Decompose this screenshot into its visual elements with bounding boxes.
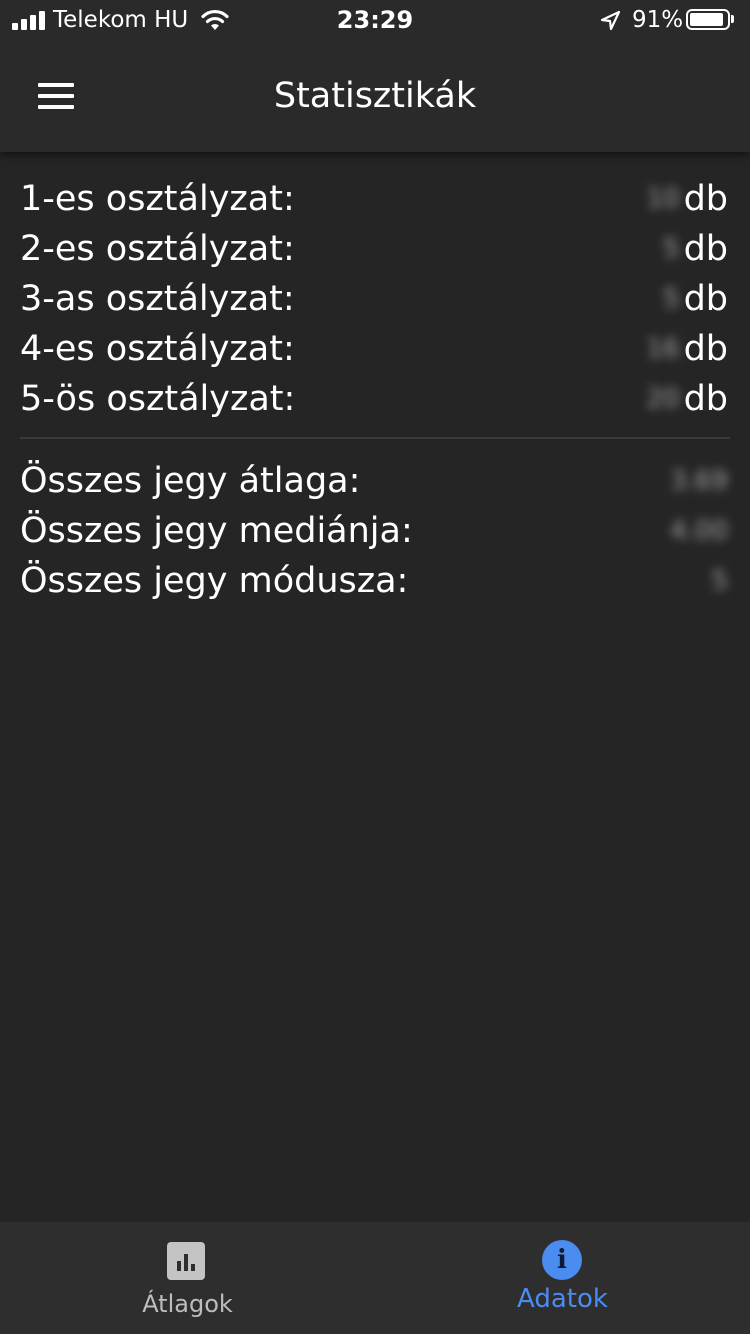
- grade-unit: db: [683, 279, 728, 319]
- grade-count: 5: [663, 234, 680, 264]
- statistics-content: 1-es osztályzat: 10 db 2-es osztályzat: …: [0, 152, 750, 1222]
- info-icon: i: [542, 1240, 582, 1280]
- battery-percent: 91%: [632, 7, 684, 33]
- status-bar: Telekom HU 23:29 91%: [0, 0, 750, 40]
- tab-atlagok[interactable]: Átlagok: [0, 1222, 375, 1334]
- tab-label: Átlagok: [142, 1290, 233, 1318]
- grade-label: 3-as osztályzat:: [20, 279, 295, 319]
- top-bar: Telekom HU 23:29 91% Statisztikák: [0, 0, 750, 152]
- grade-row: 4-es osztályzat: 16 db: [20, 324, 728, 374]
- battery-cap: [731, 15, 734, 23]
- grade-row: 2-es osztályzat: 5 db: [20, 224, 728, 274]
- grade-value: 16 db: [646, 324, 728, 374]
- summary-value: 3.69: [670, 456, 728, 506]
- battery-level: [690, 13, 723, 26]
- summary-value: 5: [711, 556, 728, 606]
- summary-row: Összes jegy módusza: 5: [20, 556, 728, 606]
- bar-chart-icon: [167, 1242, 205, 1280]
- grade-row: 1-es osztályzat: 10 db: [20, 174, 728, 224]
- grade-value: 5 db: [663, 274, 728, 324]
- grade-unit: db: [683, 229, 728, 269]
- summary-label: Összes jegy módusza:: [20, 561, 409, 601]
- grade-unit: db: [683, 329, 728, 369]
- summary-row: Összes jegy átlaga: 3.69: [20, 456, 728, 506]
- tab-label: Adatok: [517, 1284, 608, 1314]
- grade-label: 2-es osztályzat:: [20, 229, 295, 269]
- summary-label: Összes jegy mediánja:: [20, 511, 413, 551]
- average-value: 3.69: [670, 466, 728, 496]
- grade-unit: db: [683, 379, 728, 419]
- screen: Telekom HU 23:29 91% Statisztikák 1-es o…: [0, 0, 750, 1334]
- battery-icon: [686, 9, 730, 30]
- grade-label: 1-es osztályzat:: [20, 179, 295, 219]
- summary-label: Összes jegy átlaga:: [20, 461, 361, 501]
- grade-label: 4-es osztályzat:: [20, 329, 295, 369]
- grade-count: 10: [646, 184, 680, 214]
- summary-value: 4.00: [670, 506, 728, 556]
- mode-value: 5: [711, 566, 728, 596]
- bottom-nav: Átlagok i Adatok: [0, 1222, 750, 1334]
- grade-value: 5 db: [663, 224, 728, 274]
- location-arrow-icon: [599, 10, 621, 38]
- grade-value: 10 db: [646, 174, 728, 224]
- grade-unit: db: [683, 179, 728, 219]
- page-title: Statisztikák: [273, 76, 477, 116]
- grade-row: 3-as osztályzat: 5 db: [20, 274, 728, 324]
- median-value: 4.00: [670, 516, 728, 546]
- grade-count: 16: [646, 334, 680, 364]
- divider: [20, 437, 730, 439]
- summary-row: Összes jegy mediánja: 4.00: [20, 506, 728, 556]
- grade-count: 5: [663, 284, 680, 314]
- grade-row: 5-ös osztályzat: 20 db: [20, 374, 728, 424]
- grade-count: 20: [646, 384, 680, 414]
- tab-adatok[interactable]: i Adatok: [375, 1222, 750, 1334]
- grade-label: 5-ös osztályzat:: [20, 379, 296, 419]
- grade-value: 20 db: [646, 374, 728, 424]
